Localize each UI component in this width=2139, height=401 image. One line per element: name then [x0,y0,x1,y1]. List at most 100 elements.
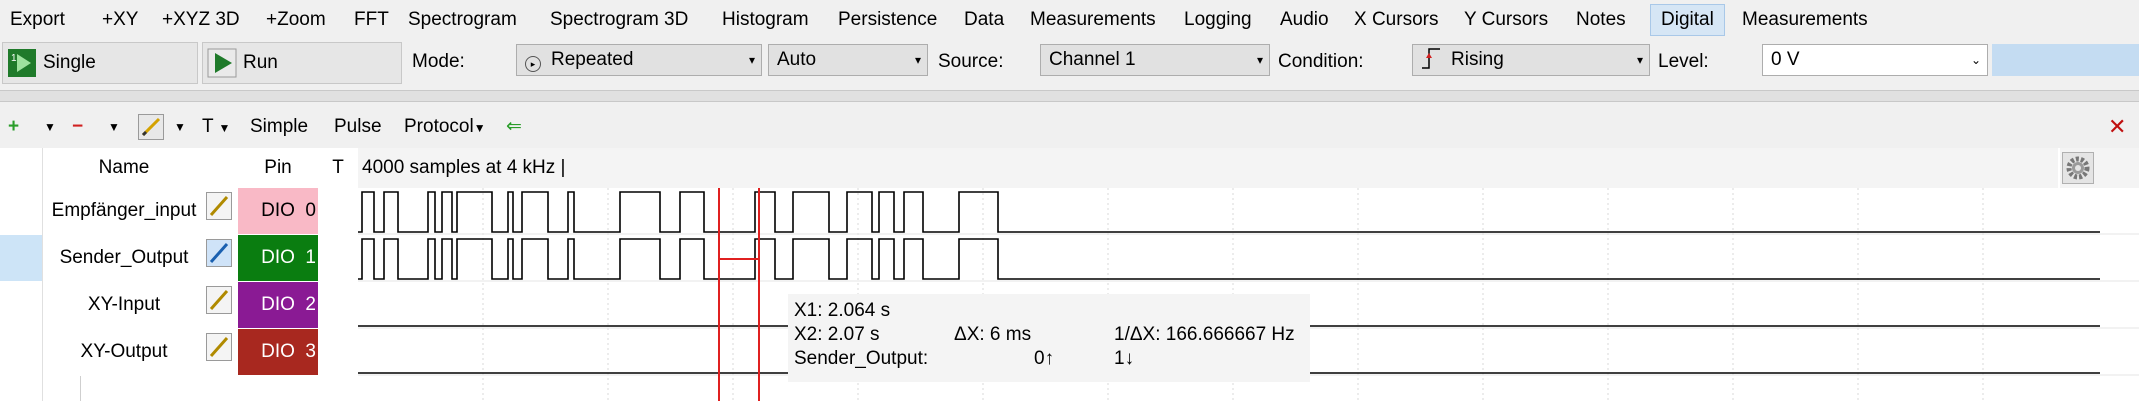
level-value: 0 V [1771,49,1800,70]
channel-name[interactable]: XY-Output [42,329,206,375]
menu-x-cursors[interactable]: X Cursors [1352,6,1440,34]
x1-value: X1: 2.064 s [794,300,891,321]
add-channel-dropdown-icon[interactable]: ▼ [44,112,56,142]
channel-row[interactable]: XY-Input DIO 2 [0,282,358,329]
pin-badge: DIO 0 [238,188,318,234]
menu-add-xy[interactable]: +XY [100,6,140,34]
pin-label: DIO [261,294,295,315]
source-value: Channel 1 [1049,49,1136,70]
pin-badge: DIO 2 [238,282,318,328]
menu-data[interactable]: Data [962,6,1006,34]
menu-audio[interactable]: Audio [1278,6,1331,34]
inverse-delta-x-value: 1/ΔX: 166.666667 Hz [1114,324,1295,345]
protocol-button[interactable]: Protocol▼ [404,112,486,142]
signal-label: Sender_Output: [794,348,929,369]
mode-select[interactable]: ▸ Repeated ▾ [516,44,762,76]
toolbar-divider [0,90,2139,102]
menu-export[interactable]: Export [8,6,67,34]
pencil-icon[interactable] [206,192,232,220]
delta-x-value: ΔX: 6 ms [954,324,1032,345]
t-column-header[interactable]: T [320,148,356,188]
channel-name[interactable]: Empfänger_input [42,188,206,234]
condition-select[interactable]: Rising ▾ [1412,44,1650,76]
run-label: Run [243,52,278,73]
pin-label: DIO [261,200,295,221]
source-label: Source: [938,51,1004,72]
channel-row[interactable]: XY-Output DIO 3 [0,329,358,376]
source-select[interactable]: Channel 1 ▾ [1040,44,1270,76]
pin-number: 1 [305,247,316,268]
menu-fft[interactable]: FFT [352,6,391,34]
chevron-down-icon: ▾ [748,53,755,67]
digital-toolbar: + ▼ − ▼ ▼ T ▼ Simple Pulse Protocol▼ ⇐ ✕ [0,108,2139,146]
auto-value: Auto [777,49,817,70]
svg-text:1: 1 [11,53,17,64]
edit-dropdown-icon[interactable]: ▼ [174,112,186,142]
close-icon[interactable]: ✕ [2108,112,2126,142]
menu-measurements[interactable]: Measurements [1028,6,1158,34]
single-button[interactable]: 1 Single [2,42,198,84]
protocol-label: Protocol [404,116,474,137]
pin-label: DIO [261,247,295,268]
menu-measurements-2[interactable]: Measurements [1740,6,1870,34]
remove-channel-dropdown-icon[interactable]: ▼ [108,112,120,142]
menu-digital[interactable]: Digital [1650,4,1725,36]
channel-name[interactable]: Sender_Output [42,235,206,281]
play-icon [207,48,237,78]
name-column-header[interactable]: Name [42,148,206,188]
cursor-readout-panel: X1: 2.064 s X2: 2.07 s ΔX: 6 ms 1/ΔX: 16… [788,294,1310,382]
pin-badge: DIO 1 [238,235,318,281]
channel-row[interactable]: Sender_Output DIO 1 [0,235,358,282]
x1-state: 0↑ [1034,348,1055,369]
single-label: Single [43,52,96,73]
back-arrow-icon[interactable]: ⇐ [506,112,522,142]
chevron-down-icon: ▾ [914,53,921,67]
level-input[interactable]: 0 V ⌄ [1762,44,1988,76]
menu-y-cursors[interactable]: Y Cursors [1462,6,1550,34]
menu-add-zoom[interactable]: +Zoom [264,6,328,34]
acquisition-toolbar: 1 Single Run Mode: ▸ Repeated ▾ Auto ▾ So… [0,40,2139,90]
simple-button[interactable]: Simple [250,112,308,142]
pencil-icon[interactable] [206,239,232,267]
menu-bar: Export +XY +XYZ 3D +Zoom FFT Spectrogram… [0,0,2139,40]
edit-icon[interactable] [138,114,164,140]
mode-label: Mode: [412,51,465,72]
menu-spectrogram-3d[interactable]: Spectrogram 3D [548,6,690,34]
pulse-button[interactable]: Pulse [334,112,382,142]
menu-histogram[interactable]: Histogram [720,6,811,34]
pin-badge: DIO 3 [238,329,318,375]
menu-notes[interactable]: Notes [1574,6,1628,34]
settings-gear-icon[interactable] [2062,152,2094,184]
repeat-icon: ▸ [525,56,541,72]
add-channel-icon[interactable]: + [8,112,19,142]
x2-state: 1↓ [1114,348,1135,369]
pin-number: 3 [305,341,316,362]
pin-number: 0 [305,200,316,221]
menu-spectrogram[interactable]: Spectrogram [406,6,519,34]
sample-info: 4000 samples at 4 kHz | [358,148,2058,188]
menu-add-xyz-3d[interactable]: +XYZ 3D [160,6,242,34]
text-tool-label: T [202,116,214,137]
single-icon: 1 [7,48,37,78]
chevron-down-icon: ▾ [1256,53,1263,67]
auto-select[interactable]: Auto ▾ [768,44,928,76]
remove-channel-icon[interactable]: − [72,112,83,142]
channel-name[interactable]: XY-Input [42,282,206,328]
pin-number: 2 [305,294,316,315]
pencil-icon[interactable] [206,286,232,314]
level-label: Level: [1658,51,1709,72]
condition-label: Condition: [1278,51,1364,72]
chevron-down-icon: ▾ [1636,53,1643,67]
pin-column-header[interactable]: Pin [238,148,318,188]
menu-persistence[interactable]: Persistence [836,6,939,34]
x2-value: X2: 2.07 s [794,324,880,345]
channel-row[interactable]: Empfänger_input DIO 0 [0,188,358,235]
condition-value: Rising [1451,49,1504,70]
trigger-status-bar [1992,44,2139,76]
menu-logging[interactable]: Logging [1182,6,1254,34]
pencil-icon[interactable] [206,333,232,361]
mode-value: Repeated [551,49,634,70]
run-button[interactable]: Run [202,42,402,84]
chevron-down-icon: ▼ [473,121,486,135]
text-tool-button[interactable]: T ▼ [202,112,230,142]
